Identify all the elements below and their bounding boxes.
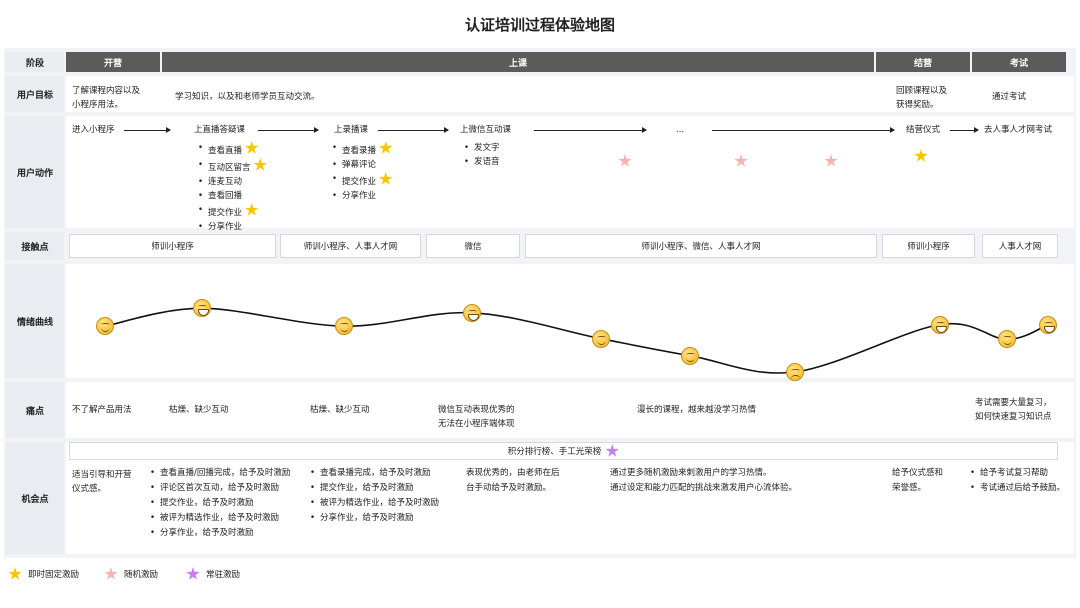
random-star-icon bbox=[104, 567, 118, 580]
pain-wechat: 微信互动表现优秀的 无法在小程序端体现 bbox=[438, 405, 515, 429]
emotion-face-icon bbox=[463, 303, 481, 322]
opp-exam-list: 给予考试复习帮助 考试通过后给予鼓励。 bbox=[968, 466, 1065, 496]
list-item: 提交作业，给予及时激励 bbox=[148, 496, 290, 511]
list-item: 被评为精选作业，给予及时激励 bbox=[308, 496, 439, 511]
list-item: 评论区首次互动，给予及时激励 bbox=[148, 481, 290, 496]
legend-fixed: 即时固定激励 bbox=[8, 567, 79, 581]
pain-exam: 考试需要大量复习， 如何快速复习知识点 bbox=[975, 398, 1052, 422]
pain-long-course: 漫长的课程，越来越没学习热情 bbox=[637, 405, 757, 415]
list-item: 被评为精选作业，给予及时激励 bbox=[148, 511, 290, 526]
pain-recorded: 枯燥、缺少互动 bbox=[310, 405, 370, 415]
list-item: 分享作业，给予及时激励 bbox=[148, 526, 290, 541]
emotion-face-icon bbox=[96, 317, 114, 336]
opp-recorded-list: 查看录播完成，给予及时激励 提交作业，给予及时激励 被评为精选作业，给予及时激励… bbox=[308, 466, 439, 526]
emotion-face-icon bbox=[1039, 315, 1057, 334]
opp-wechat: 表现优秀的，由老师在后 台手动给予及时激励。 bbox=[466, 468, 560, 493]
list-item: 查看录播完成，给予及时激励 bbox=[308, 466, 439, 481]
opp-closing: 给予仪式感和 荣誉感。 bbox=[892, 468, 944, 493]
emotion-face-icon bbox=[681, 346, 699, 365]
permanent-star-icon bbox=[605, 444, 619, 457]
pain-opening: 不了解产品用法 bbox=[72, 405, 132, 415]
pain-live: 枯燥、缺少互动 bbox=[169, 405, 229, 415]
opp-random: 通过更多随机激励来刺激用户的学习热情。 通过设定和能力匹配的挑战来激发用户心流体验… bbox=[610, 468, 798, 493]
list-item: 分享作业，给予及时激励 bbox=[308, 511, 439, 526]
list-item: 查看直播/回播完成，给予及时激励 bbox=[148, 466, 290, 481]
emotion-face-icon bbox=[335, 317, 353, 336]
fixed-star-icon bbox=[8, 567, 22, 580]
list-item: 给予考试复习帮助 bbox=[968, 466, 1065, 481]
legend-permanent: 常驻激励 bbox=[186, 567, 240, 581]
emotion-face-icon bbox=[592, 329, 610, 348]
legend-random: 随机激励 bbox=[104, 567, 158, 581]
emotion-face-icon bbox=[786, 363, 804, 381]
permanent-star-icon bbox=[186, 567, 200, 580]
emotion-face-icon bbox=[931, 315, 949, 334]
leaderboard-bar: 积分排行榜、手工光荣榜 bbox=[69, 442, 1058, 460]
list-item: 提交作业，给予及时激励 bbox=[308, 481, 439, 496]
emotion-curve-line bbox=[104, 307, 1049, 374]
opp-live-list: 查看直播/回播完成，给予及时激励 评论区首次互动，给予及时激励 提交作业，给予及… bbox=[148, 466, 290, 541]
opp-opening: 适当引导和开营 仪式感。 bbox=[72, 470, 132, 494]
list-item: 考试通过后给予鼓励。 bbox=[968, 481, 1065, 496]
